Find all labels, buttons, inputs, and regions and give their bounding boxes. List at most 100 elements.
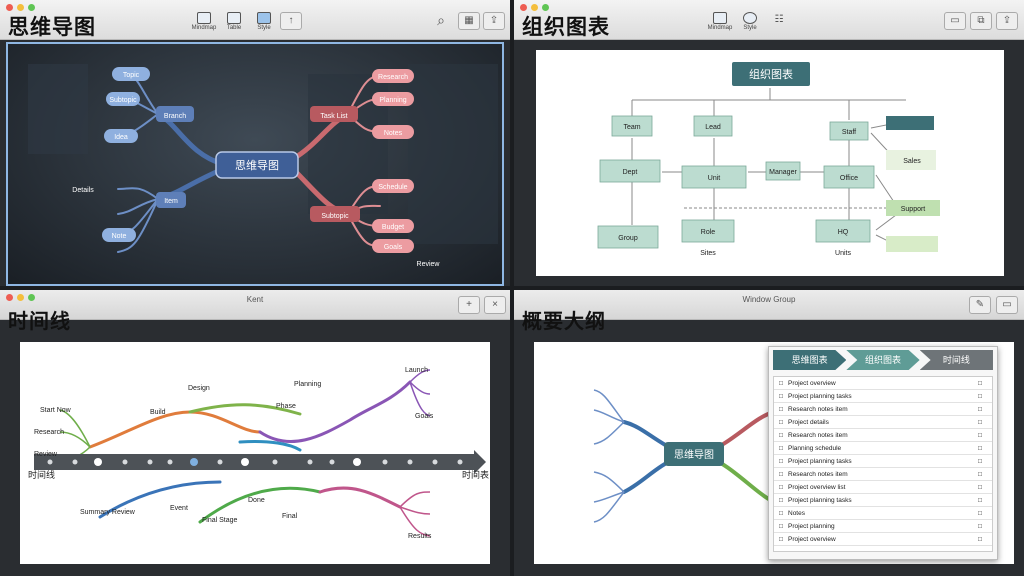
svg-text:思维导图: 思维导图 bbox=[674, 448, 714, 461]
timeline-label[interactable]: Results bbox=[408, 533, 432, 540]
toolbar-mindmap[interactable]: Mindmap bbox=[706, 12, 734, 31]
zoom-button[interactable] bbox=[542, 4, 549, 11]
table-row[interactable]: □ Research notes item □ bbox=[774, 403, 992, 416]
mindmap-node[interactable]: Notes bbox=[384, 130, 403, 137]
mindmap-node[interactable]: Idea bbox=[114, 134, 128, 141]
mindmap-node[interactable]: Budget bbox=[382, 224, 404, 231]
mindmap-node[interactable]: Task List bbox=[320, 113, 347, 120]
timeline-label[interactable]: Final bbox=[282, 513, 298, 520]
table-row[interactable]: □ Project overview □ bbox=[774, 533, 992, 546]
zoom-button[interactable] bbox=[28, 4, 35, 11]
mindmap-node[interactable]: Details bbox=[72, 187, 94, 194]
timeline-label[interactable]: Review bbox=[34, 451, 58, 458]
central-topic-label: 思维导图 bbox=[235, 159, 279, 172]
close-button[interactable] bbox=[520, 4, 527, 11]
new-button[interactable]: + bbox=[458, 296, 480, 314]
timeline-label[interactable]: Start Now bbox=[40, 407, 72, 414]
org-node[interactable]: Staff bbox=[842, 129, 856, 136]
table-row[interactable]: □ Research notes item □ bbox=[774, 468, 992, 481]
table-icon bbox=[227, 12, 241, 24]
close-button[interactable] bbox=[6, 4, 13, 11]
org-node[interactable]: Office bbox=[840, 175, 858, 182]
org-node[interactable]: Role bbox=[701, 229, 716, 236]
mindmap-node[interactable]: Note bbox=[112, 233, 127, 240]
table-row[interactable]: □ Project details □ bbox=[774, 416, 992, 429]
timeline-canvas[interactable]: 时间线 时间表 Start Now Research Review Build … bbox=[20, 342, 490, 564]
timeline-label[interactable]: Final Stage bbox=[202, 517, 238, 524]
timeline-label[interactable]: Summary Review bbox=[80, 509, 136, 516]
mindmap-node[interactable]: Review bbox=[417, 261, 441, 268]
timeline-label[interactable]: Design bbox=[188, 385, 210, 392]
table-row[interactable]: □ Research notes item □ bbox=[774, 429, 992, 442]
export-button[interactable]: ⇪ bbox=[996, 12, 1018, 30]
window-controls bbox=[6, 4, 35, 11]
style-icon bbox=[257, 12, 271, 24]
mindmap-node[interactable]: Topic bbox=[123, 72, 140, 79]
grid-button[interactable]: ▦ bbox=[458, 12, 480, 30]
tab-timeline[interactable]: 时间线 bbox=[919, 350, 993, 370]
axis-start-label: 时间线 bbox=[28, 469, 55, 480]
org-node[interactable]: Manager bbox=[769, 169, 797, 176]
table-row[interactable]: □ Project planning tasks □ bbox=[774, 494, 992, 507]
table-row[interactable]: □ Project overview list □ bbox=[774, 481, 992, 494]
org-node[interactable]: Team bbox=[623, 124, 640, 131]
mindmap-node[interactable]: Schedule bbox=[378, 184, 407, 191]
layout-icon[interactable]: ☷ bbox=[768, 12, 790, 30]
search-icon[interactable]: ⌕ bbox=[430, 12, 452, 30]
mindmap-canvas[interactable]: 思维导图 Topic Subtopic Idea Branch Item Not… bbox=[6, 42, 504, 286]
svg-text:组织图表: 组织图表 bbox=[749, 67, 793, 81]
org-node[interactable]: Group bbox=[618, 235, 638, 242]
toolbar-style[interactable]: Style bbox=[250, 12, 278, 31]
minimize-button[interactable] bbox=[17, 4, 24, 11]
edit-button[interactable]: ✎ bbox=[969, 296, 991, 314]
table-row[interactable]: □ Planning schedule □ bbox=[774, 442, 992, 455]
timeline-label[interactable]: Goals bbox=[415, 413, 434, 420]
panel-title: 思维导图 bbox=[8, 16, 96, 39]
timeline-label[interactable]: Planning bbox=[294, 381, 321, 388]
org-node[interactable]: Sales bbox=[903, 158, 921, 165]
table-row[interactable]: □ Project planning tasks □ bbox=[774, 455, 992, 468]
timeline-label[interactable]: Build bbox=[150, 409, 166, 416]
copy-button[interactable]: ⧉ bbox=[970, 12, 992, 30]
circle-icon bbox=[743, 12, 757, 24]
org-node[interactable]: Lead bbox=[705, 124, 721, 131]
org-node[interactable]: Unit bbox=[708, 175, 721, 182]
tab-mindmap[interactable]: 思维图表 bbox=[773, 350, 847, 370]
folder-button[interactable]: ▭ bbox=[944, 12, 966, 30]
toolbar-mindmap[interactable]: Mindmap bbox=[190, 12, 218, 31]
window-title: Kent bbox=[246, 295, 264, 304]
panel-title: 概要大纲 bbox=[522, 311, 606, 333]
minimize-button[interactable] bbox=[531, 4, 538, 11]
timeline-label[interactable]: Phase bbox=[276, 403, 296, 410]
outline-window: Window Group ✎ ▭ 概要大纲 思维导图 思维图表 组织图表 时间线… bbox=[514, 290, 1024, 576]
toolbar-style[interactable]: Style bbox=[736, 12, 764, 31]
tab-orgchart[interactable]: 组织图表 bbox=[846, 350, 920, 370]
table-row[interactable]: □ Project planning tasks □ bbox=[774, 390, 992, 403]
mindmap-node[interactable]: Research bbox=[378, 74, 408, 81]
org-node[interactable]: Dept bbox=[623, 169, 638, 176]
close-doc-button[interactable]: ▭ bbox=[996, 296, 1018, 314]
table-row[interactable]: □ Project planning □ bbox=[774, 520, 992, 533]
up-arrow-button[interactable]: ↑ bbox=[280, 12, 302, 30]
mindmap-node[interactable]: Item bbox=[164, 198, 178, 205]
mindmap-node[interactable]: Subtopic bbox=[321, 213, 349, 220]
timeline-label[interactable]: Research bbox=[34, 429, 64, 436]
timeline-label[interactable]: Event bbox=[170, 505, 188, 512]
table-row[interactable]: □ Notes □ bbox=[774, 507, 992, 520]
toolbar-table[interactable]: Table bbox=[220, 12, 248, 31]
export-button[interactable]: ⇪ bbox=[483, 12, 505, 30]
mindmap-node[interactable]: Goals bbox=[384, 244, 403, 251]
orgchart-canvas[interactable]: 组织图表 Team Lead Staff Dept Unit Manager O… bbox=[536, 50, 1004, 276]
mindmap-node[interactable]: Subtopic bbox=[109, 97, 137, 104]
org-footer: Sites bbox=[700, 250, 716, 257]
close-doc-button[interactable]: × bbox=[484, 296, 506, 314]
org-node[interactable]: HQ bbox=[838, 229, 849, 236]
timeline-label[interactable]: Done bbox=[248, 497, 265, 504]
orgchart-window: 组织图表 Mindmap Style ☷ ▭ ⧉ ⇪ 组织图表 Team Lea… bbox=[514, 0, 1024, 286]
outline-table[interactable]: 思维图表 组织图表 时间线 □ Project overview □ □ Projec… bbox=[768, 346, 998, 560]
table-row[interactable]: □ Project overview □ bbox=[774, 377, 992, 390]
org-node[interactable]: Support bbox=[901, 206, 926, 213]
mindmap-node[interactable]: Planning bbox=[379, 97, 406, 104]
timeline-label[interactable]: Launch bbox=[405, 367, 428, 374]
mindmap-node[interactable]: Branch bbox=[164, 113, 186, 120]
